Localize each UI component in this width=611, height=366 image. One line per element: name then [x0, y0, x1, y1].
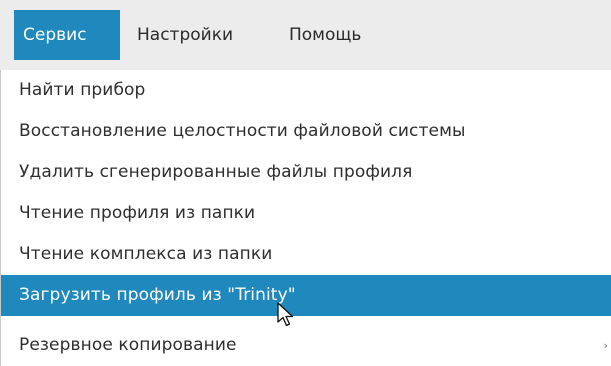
- menu-help[interactable]: Помощь: [280, 10, 390, 60]
- menu-item-delete-generated-profile-files[interactable]: Удалить сгенерированные файлы профиля: [1, 152, 611, 193]
- menu-item-backup[interactable]: Резервное копирование ›: [1, 325, 611, 366]
- service-dropdown-menu: Найти прибор Восстановление целостности …: [0, 70, 611, 366]
- menu-item-read-profile-from-folder[interactable]: Чтение профиля из папки: [1, 193, 611, 234]
- menu-item-backup-label: Резервное копирование: [19, 335, 237, 355]
- menu-bar: Сервис Настройки Помощь: [0, 0, 611, 71]
- menu-item-restore-filesystem-integrity[interactable]: Восстановление целостности файловой сист…: [1, 111, 611, 152]
- menu-item-load-profile-from-trinity[interactable]: Загрузить профиль из "Trinity": [1, 275, 611, 316]
- menu-item-read-complex-from-folder[interactable]: Чтение комплекса из папки: [1, 234, 611, 275]
- menu-settings[interactable]: Настройки: [128, 10, 268, 60]
- mouse-pointer-icon: [277, 302, 294, 327]
- menu-service[interactable]: Сервис: [14, 10, 120, 60]
- menu-item-find-device[interactable]: Найти прибор: [1, 70, 611, 111]
- submenu-arrow-icon: ›: [603, 339, 608, 352]
